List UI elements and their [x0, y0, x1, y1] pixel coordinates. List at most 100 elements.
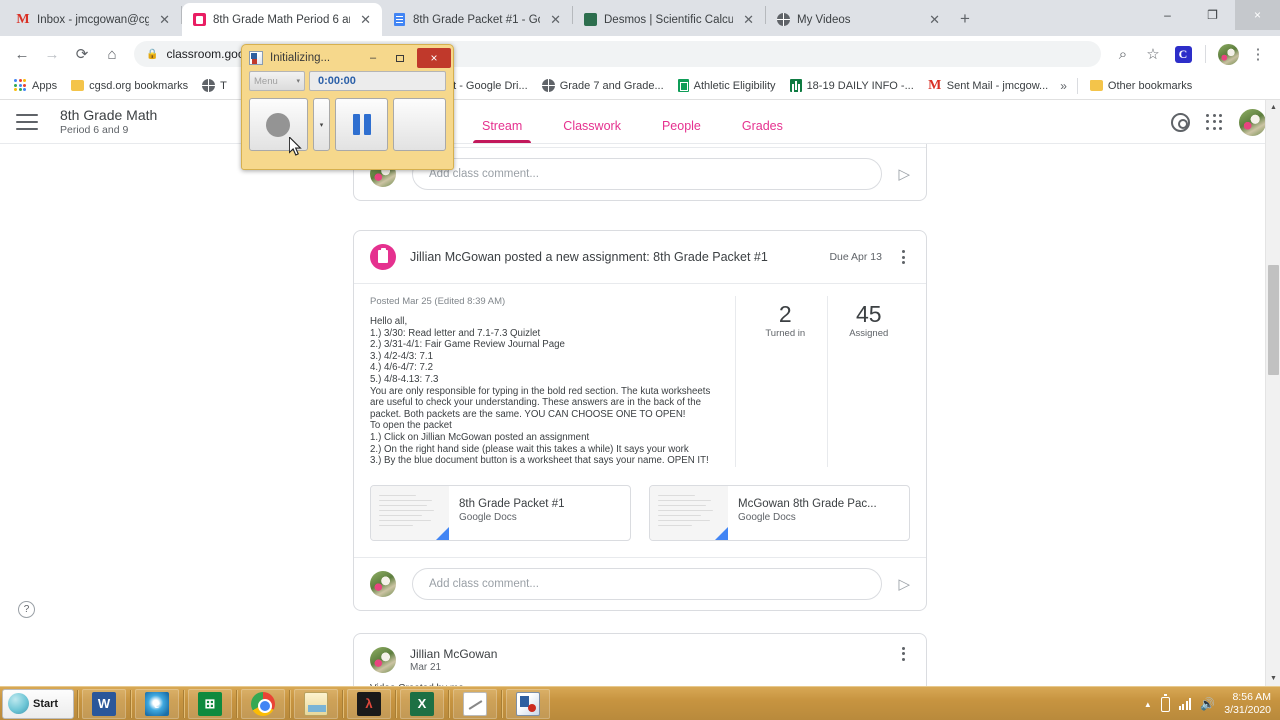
signal-icon[interactable] — [1178, 698, 1192, 710]
browser-tab-1[interactable]: 8th Grade Math Period 6 and 9 ✕ — [182, 3, 382, 36]
battery-icon[interactable] — [1160, 694, 1170, 712]
recorder-menu-button[interactable]: Menu ▾ — [249, 71, 305, 91]
taskbar-item-excel[interactable]: X — [400, 688, 444, 719]
forward-icon[interactable]: → — [38, 40, 66, 68]
recorder-close-button[interactable]: × — [417, 48, 451, 68]
adobe-acrobat-icon: λ — [357, 691, 381, 716]
recorder-minimize-button[interactable]: – — [363, 48, 383, 68]
browser-tab-4[interactable]: My Videos ✕ — [766, 3, 951, 36]
gear-icon[interactable] — [1171, 112, 1190, 132]
class-comment-input[interactable]: Add class comment... — [412, 567, 883, 600]
taskbar-divider — [395, 689, 396, 718]
course-title-block[interactable]: 8th Grade Math Period 6 and 9 — [60, 107, 157, 137]
scrollbar-down-arrow[interactable]: ▼ — [1266, 671, 1280, 686]
taskbar-item-word[interactable]: W — [82, 688, 126, 719]
scrollbar-up-arrow[interactable]: ▲ — [1266, 100, 1280, 115]
tab-grades[interactable]: Grades — [740, 107, 785, 143]
assignment-paragraph: You are only responsible for typing in t… — [370, 385, 711, 420]
stat-value: 45 — [855, 301, 882, 327]
assignment-header: Jillian McGowan posted a new assignment:… — [354, 231, 926, 284]
bookmark-star-icon[interactable]: ☆ — [1139, 40, 1167, 68]
window-controls: – ❐ × — [1145, 0, 1280, 30]
bookmark-sent-mail[interactable]: M Sent Mail - jmcgow... — [922, 76, 1054, 96]
attachment-name: McGowan 8th Grade Pac... — [738, 497, 877, 510]
stream-post-assignment: Jillian McGowan posted a new assignment:… — [353, 230, 927, 611]
tab-people[interactable]: People — [660, 107, 703, 143]
microsoft-store-icon: ⊞ — [198, 691, 222, 716]
tab-close-button[interactable]: ✕ — [547, 11, 564, 28]
taskbar-item-acrobat[interactable]: λ — [347, 688, 391, 719]
bookmark-cgsd[interactable]: cgsd.org bookmarks — [65, 77, 194, 95]
profile-avatar[interactable] — [1214, 40, 1242, 68]
bookmark-apps[interactable]: Apps — [8, 76, 63, 95]
class-comment-input[interactable]: Add class comment... — [412, 158, 883, 190]
assignment-stats: 2 Turned in 45 Assigned — [735, 296, 910, 467]
reload-icon[interactable]: ⟳ — [68, 40, 96, 68]
stop-button[interactable] — [393, 98, 446, 151]
screen-recorder-dialog[interactable]: Initializing... – × Menu ▾ 0:00:00 ▾ — [241, 44, 454, 170]
assignment-line: Hello all, — [370, 316, 408, 327]
browser-tab-0[interactable]: M Inbox - jmcgowan@cgsd.org - ✕ — [6, 3, 181, 36]
apps-grid-icon[interactable] — [1206, 113, 1223, 131]
zoom-icon[interactable]: ⌕ — [1109, 40, 1137, 68]
tab-close-button[interactable]: ✕ — [156, 11, 173, 28]
assignment-line: 3.) 4/2-4/3: 7.1 — [370, 350, 434, 362]
taskbar-clock[interactable]: 8:56 AM 3/31/2020 — [1224, 691, 1271, 717]
window-maximize-button[interactable]: ❐ — [1190, 0, 1235, 30]
taskbar-item-screen-recorder[interactable] — [506, 688, 550, 719]
recorder-maximize-button[interactable] — [390, 48, 410, 68]
taskbar-item-file-explorer[interactable] — [294, 688, 338, 719]
new-tab-button[interactable]: + — [951, 5, 979, 33]
taskbar-item-microsoft-store[interactable]: ⊞ — [188, 688, 232, 719]
avatar[interactable] — [1239, 108, 1266, 136]
send-icon[interactable]: ▷ — [898, 165, 910, 183]
menu-hamburger-icon[interactable] — [16, 113, 38, 130]
stat-turned-in[interactable]: 2 Turned in — [744, 296, 827, 467]
bookmark-grade7[interactable]: Grade 7 and Grade... — [536, 76, 670, 95]
bookmarks-overflow-button[interactable]: » — [1056, 79, 1071, 93]
attachment-card[interactable]: 8th Grade Packet #1 Google Docs — [370, 484, 631, 541]
browser-tab-2[interactable]: 8th Grade Packet #1 - Google D ✕ — [382, 3, 572, 36]
back-icon[interactable]: ← — [8, 40, 36, 68]
bookmark-athletic-eligibility[interactable]: Athletic Eligibility — [672, 76, 782, 95]
taskbar-item-notes[interactable] — [453, 688, 497, 719]
record-options-dropdown[interactable]: ▾ — [312, 98, 331, 151]
tab-close-button[interactable]: ✕ — [740, 11, 757, 28]
extension-icon[interactable]: C — [1169, 40, 1197, 68]
home-icon[interactable]: ⌂ — [98, 40, 126, 68]
overflow-menu-icon[interactable] — [896, 250, 910, 264]
doc-corner-fold — [715, 526, 728, 540]
pause-button[interactable] — [335, 98, 389, 151]
attachment-card[interactable]: McGowan 8th Grade Pac... Google Docs — [649, 484, 910, 541]
taskbar-item-internet-explorer[interactable]: e — [135, 688, 179, 719]
recorder-title: Initializing... — [270, 52, 331, 64]
assignment-posted-meta: Posted Mar 25 (Edited 8:39 AM) — [370, 296, 506, 307]
overflow-menu-icon[interactable] — [896, 646, 910, 661]
globe-icon — [202, 79, 216, 92]
chrome-menu-icon[interactable]: ⋮ — [1244, 40, 1272, 68]
avatar — [370, 646, 396, 673]
bookmark-t[interactable]: T — [196, 76, 233, 95]
bookmark-other-bookmarks[interactable]: Other bookmarks — [1084, 77, 1198, 95]
send-icon[interactable]: ▷ — [898, 575, 910, 593]
tray-overflow-icon[interactable]: ▲ — [1144, 700, 1152, 709]
tab-classwork[interactable]: Classwork — [561, 107, 623, 143]
window-close-button[interactable]: × — [1235, 0, 1280, 30]
gmail-icon: M — [928, 77, 942, 93]
stat-assigned[interactable]: 45 Assigned — [826, 296, 911, 467]
bookmark-daily-info[interactable]: 18-19 DAILY INFO -... — [784, 76, 920, 95]
volume-icon[interactable]: 🔊 — [1200, 697, 1215, 711]
daily-info-icon — [789, 79, 802, 92]
help-button[interactable]: ? — [18, 601, 35, 618]
start-button[interactable]: Start — [2, 688, 74, 719]
attachment-meta: 8th Grade Packet #1 Google Docs — [449, 486, 630, 540]
browser-tab-3[interactable]: Desmos | Scientific Calculator ✕ — [573, 3, 765, 36]
tab-close-button[interactable]: ✕ — [357, 11, 374, 28]
page-scrollbar[interactable]: ▲ ▼ — [1265, 100, 1280, 686]
taskbar-item-chrome[interactable] — [241, 688, 285, 719]
tab-stream[interactable]: Stream — [472, 107, 532, 143]
scrollbar-thumb[interactable] — [1268, 265, 1279, 375]
window-minimize-button[interactable]: – — [1145, 0, 1190, 30]
tab-close-button[interactable]: ✕ — [926, 11, 943, 28]
assignment-title[interactable]: Jillian McGowan posted a new assignment:… — [410, 250, 815, 264]
